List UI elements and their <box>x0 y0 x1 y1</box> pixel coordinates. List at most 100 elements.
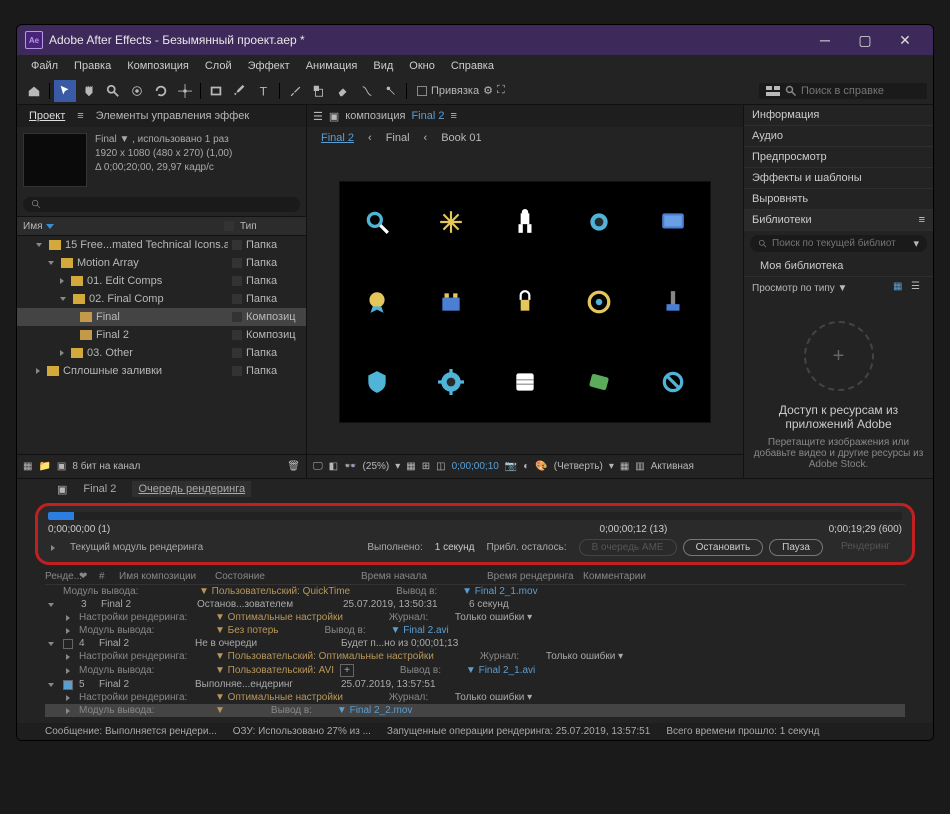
toggle-alpha-icon[interactable]: ◧ <box>329 461 338 472</box>
library-mylib[interactable]: Моя библиотека <box>744 256 933 277</box>
active-camera[interactable]: Активная <box>651 461 694 472</box>
status-message: Сообщение: Выполняется рендери... <box>45 726 217 737</box>
3d-view-icon[interactable]: ▦ <box>620 461 629 472</box>
app-icon: Ae <box>25 31 43 49</box>
maximize-button[interactable]: ▢ <box>845 25 885 55</box>
rotate-tool-icon[interactable] <box>150 80 172 102</box>
view-layout-icon[interactable]: ▥ <box>635 461 644 472</box>
panel-effects[interactable]: Эффекты и шаблоны <box>744 168 933 189</box>
tree-row[interactable]: FinalКомпозиц <box>17 308 306 326</box>
tab-effect-controls[interactable]: Элементы управления эффек <box>90 108 256 124</box>
anchor-tool-icon[interactable] <box>174 80 196 102</box>
menu-view[interactable]: Вид <box>367 58 399 74</box>
library-search[interactable]: ▾ <box>750 235 927 252</box>
project-tree[interactable]: 15 Free...mated Technical Icons.aepПапка… <box>17 236 306 454</box>
orbit-tool-icon[interactable] <box>126 80 148 102</box>
add-asset-icon[interactable]: + <box>804 321 874 391</box>
menu-window[interactable]: Окно <box>403 58 441 74</box>
roto-tool-icon[interactable] <box>356 80 378 102</box>
crumb-final[interactable]: Final <box>382 130 414 146</box>
library-viewby[interactable]: Просмотр по типу ▼ <box>752 283 847 294</box>
render-item[interactable]: 4Final 2Не в очередиБудет п...но из 0;00… <box>45 637 905 650</box>
flowchart-icon[interactable]: ▣ <box>57 483 67 496</box>
close-button[interactable]: ✕ <box>885 25 925 55</box>
tree-row[interactable]: 03. OtherПапка <box>17 344 306 362</box>
tab-project[interactable]: Проект <box>23 108 71 124</box>
panel-align[interactable]: Выровнять <box>744 189 933 210</box>
tab-render-queue[interactable]: Очередь рендеринга <box>132 481 251 497</box>
mask-icon[interactable]: 👓 <box>344 461 356 472</box>
menu-help[interactable]: Справка <box>445 58 500 74</box>
menu-composition[interactable]: Композиция <box>121 58 195 74</box>
puppet-tool-icon[interactable] <box>380 80 402 102</box>
eraser-tool-icon[interactable] <box>332 80 354 102</box>
tree-row[interactable]: Final 2Композиц <box>17 326 306 344</box>
project-search[interactable] <box>23 197 300 212</box>
comp-footer: 🖵 ◧ 👓 (25%)▾ ▦ ⊞ ◫ 0;00;00;10 📷 ◐ 🎨 (Чет… <box>307 454 743 478</box>
toolbar: T Привязка⚙⛶ <box>17 77 933 105</box>
library-body: + Доступ к ресурсам из приложений Adobe … <box>744 299 933 478</box>
menubar: Файл Правка Композиция Слой Эффект Анима… <box>17 55 933 77</box>
bpc-button[interactable]: 8 бит на канал <box>72 461 140 472</box>
current-render-module: Текущий модуль рендеринга <box>70 542 203 553</box>
trash-icon[interactable]: 🗑 <box>287 461 300 472</box>
minimize-button[interactable]: ─ <box>805 25 845 55</box>
menu-layer[interactable]: Слой <box>199 58 238 74</box>
tree-row[interactable]: 02. Final CompПапка <box>17 290 306 308</box>
render-item[interactable]: 5Final 2Выполняе...ендеринг25.07.2019, 1… <box>45 678 905 691</box>
interpret-icon[interactable]: ▦ <box>23 461 32 472</box>
brush-tool-icon[interactable] <box>284 80 306 102</box>
stop-button[interactable]: Остановить <box>683 539 764 556</box>
menu-animation[interactable]: Анимация <box>300 58 364 74</box>
color-mgmt-icon[interactable]: 🎨 <box>535 461 547 472</box>
pen-tool-icon[interactable] <box>229 80 251 102</box>
selection-tool-icon[interactable] <box>54 80 76 102</box>
new-folder-icon[interactable]: 📁 <box>38 461 50 472</box>
progress-end: 0;00;19;29 (600) <box>829 524 902 535</box>
timecode[interactable]: 0;00;00;10 <box>452 461 499 472</box>
hand-tool-icon[interactable] <box>78 80 100 102</box>
list-view-icon[interactable]: ☰ <box>911 281 925 295</box>
rect-tool-icon[interactable] <box>205 80 227 102</box>
app-title: Adobe After Effects - Безымянный проект.… <box>49 33 305 47</box>
monitor-icon[interactable]: 🖵 <box>313 461 323 472</box>
zoom-tool-icon[interactable] <box>102 80 124 102</box>
resolution-icon[interactable]: ▦ <box>406 461 415 472</box>
grid-view-icon[interactable]: ▦ <box>893 281 907 295</box>
menu-edit[interactable]: Правка <box>68 58 117 74</box>
help-search[interactable] <box>759 83 927 99</box>
queue-ame-button: В очередь AME <box>579 539 677 556</box>
tree-row[interactable]: Сплошные заливкиПапка <box>17 362 306 380</box>
tree-row[interactable]: 01. Edit CompsПапка <box>17 272 306 290</box>
tree-row[interactable]: 15 Free...mated Technical Icons.aepПапка <box>17 236 306 254</box>
new-comp-icon[interactable]: ▣ <box>57 461 66 472</box>
safe-zones-icon[interactable]: ◫ <box>436 461 445 472</box>
snapshot-icon[interactable]: 📷 <box>505 461 517 472</box>
crumb-book01[interactable]: Book 01 <box>437 130 485 146</box>
titlebar: Ae Adobe After Effects - Безымянный прое… <box>17 25 933 55</box>
resolution-dropdown[interactable]: (Четверть) <box>554 461 603 472</box>
comp-canvas[interactable] <box>307 149 743 454</box>
crumb-final2[interactable]: Final 2 <box>317 130 358 146</box>
channel-icon[interactable]: ◐ <box>523 461 529 472</box>
home-icon[interactable] <box>23 80 45 102</box>
zoom-level[interactable]: (25%) <box>363 461 390 472</box>
render-item[interactable]: 3Final 2Останов...зователем25.07.2019, 1… <box>45 598 905 611</box>
menu-effect[interactable]: Эффект <box>242 58 296 74</box>
panel-libraries[interactable]: Библиотеки≡ <box>744 210 933 231</box>
tree-row[interactable]: Motion ArrayПапка <box>17 254 306 272</box>
library-search-input[interactable] <box>772 238 909 249</box>
panel-preview[interactable]: Предпросмотр <box>744 147 933 168</box>
flowchart-icon[interactable]: ☰ <box>313 110 323 123</box>
panel-audio[interactable]: Аудио <box>744 126 933 147</box>
clone-tool-icon[interactable] <box>308 80 330 102</box>
pause-button[interactable]: Пауза <box>769 539 823 556</box>
help-search-input[interactable] <box>801 85 921 97</box>
guides-icon[interactable]: ⊞ <box>422 461 430 472</box>
text-tool-icon[interactable]: T <box>253 80 275 102</box>
menu-file[interactable]: Файл <box>25 58 64 74</box>
panel-info[interactable]: Информация <box>744 105 933 126</box>
render-progress-box: 0;00;00;00 (1) 0;00;00;12 (13) 0;00;19;2… <box>35 503 915 565</box>
snap-toggle[interactable]: Привязка⚙⛶ <box>411 84 511 97</box>
tab-final2[interactable]: Final 2 <box>77 481 122 497</box>
